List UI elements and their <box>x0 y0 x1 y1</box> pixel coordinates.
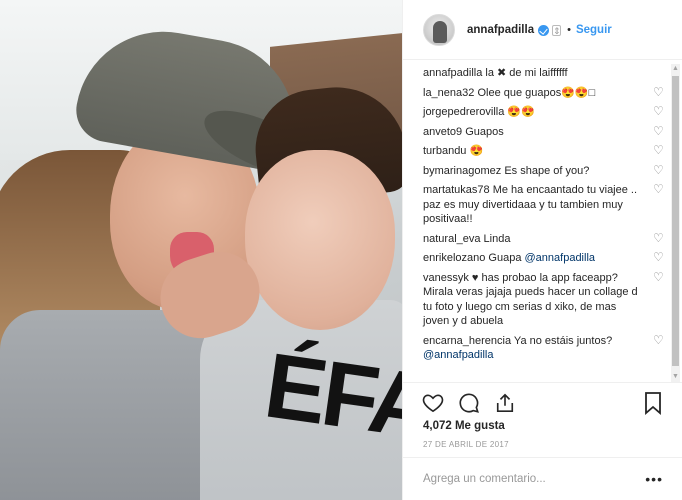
comment-item: turbandu 😍 ♡ <box>423 144 669 159</box>
comment-like-heart-icon[interactable]: ♡ <box>653 144 665 156</box>
comment-username[interactable]: enrikelozano <box>423 252 485 264</box>
comment-username[interactable]: bymarinagomez <box>423 165 501 177</box>
comment-like-heart-icon[interactable]: ♡ <box>653 164 665 176</box>
comment-item: encarna_herencia Ya no estáis juntos? @a… <box>423 334 669 363</box>
comment-text: Guapos <box>462 125 504 138</box>
save-button[interactable] <box>643 391 667 415</box>
scroll-down-arrow-icon[interactable]: ▼ <box>671 372 680 382</box>
separator-dot: • <box>567 23 571 36</box>
comment-text: 😍 <box>466 145 484 157</box>
add-comment-bar[interactable]: Agrega un comentario... ••• <box>403 457 682 500</box>
comment-username[interactable]: jorgepedrerovilla <box>423 106 504 118</box>
header-username[interactable]: annafpadilla <box>467 24 534 36</box>
comment-mention[interactable]: @annafpadilla <box>525 252 596 264</box>
comment-text: Ya no estáis juntos? <box>511 334 613 347</box>
comment-item: vanessyk ♥ has probao la app faceapp? Mi… <box>423 271 669 329</box>
comment-like-heart-icon[interactable]: ♡ <box>653 86 665 98</box>
comments-scrollbar[interactable]: ▲ ▼ <box>671 64 680 382</box>
follow-button[interactable]: Seguir <box>576 24 612 36</box>
post-header: annafpadilla ⇕ • Seguir <box>403 0 682 60</box>
comment-username[interactable]: vanessyk <box>423 272 469 284</box>
more-options-icon[interactable]: ••• <box>645 471 663 487</box>
comment-text: Olee que guapos😍😍□ <box>474 86 596 99</box>
scroll-thumb[interactable] <box>672 76 679 366</box>
comment-text: Guapa <box>485 252 525 264</box>
comment-item: la_nena32 Olee que guapos😍😍□ ♡ <box>423 86 669 101</box>
comment-text: 😍😍 <box>504 106 535 118</box>
post-photo[interactable]: ÉFAV <box>0 0 402 500</box>
comment-icon <box>459 392 479 413</box>
comment-username[interactable]: encarna_herencia <box>423 335 511 347</box>
comment-like-heart-icon[interactable]: ♡ <box>653 251 665 263</box>
photo-face-right <box>245 150 395 330</box>
comments-list[interactable]: annafpadilla la ✖ de mi laiffffff la_nena… <box>403 66 669 381</box>
comment-item: martatukas78 Me ha encaantado tu viajee … <box>423 183 669 227</box>
comment-item: natural_eva Linda ♡ <box>423 232 669 247</box>
comment-like-heart-icon[interactable]: ♡ <box>653 105 665 117</box>
comment-text: la ✖ de mi laiffffff <box>482 67 568 79</box>
dropdown-icon[interactable]: ⇕ <box>552 25 562 36</box>
comment-like-heart-icon[interactable]: ♡ <box>653 125 665 137</box>
comment-username[interactable]: martatukas78 <box>423 184 490 196</box>
comment-like-heart-icon[interactable]: ♡ <box>653 232 665 244</box>
comment-like-heart-icon[interactable]: ♡ <box>653 271 665 283</box>
share-button[interactable] <box>493 391 517 415</box>
avatar[interactable] <box>423 13 455 46</box>
heart-icon <box>422 393 444 412</box>
comment-text: Es shape of you? <box>501 164 590 177</box>
instagram-post-modal: ÉFAV annafpadilla ⇕ • Seguir annafpadill… <box>0 0 682 500</box>
comment-like-heart-icon[interactable]: ♡ <box>653 334 665 346</box>
add-comment-input[interactable]: Agrega un comentario... <box>423 473 546 485</box>
comment-username[interactable]: la_nena32 <box>423 87 474 99</box>
comment-item: enrikelozano Guapa @annafpadilla ♡ <box>423 251 669 266</box>
photo-shirt-print: ÉFAV <box>258 334 402 466</box>
comment-item: anveto9 Guapos ♡ <box>423 125 669 140</box>
share-icon <box>496 393 514 412</box>
comment-username[interactable]: turbandu <box>423 145 466 157</box>
comment-username[interactable]: annafpadilla <box>423 67 482 79</box>
comment-mention[interactable]: @annafpadilla <box>423 349 494 361</box>
post-side-panel: annafpadilla ⇕ • Seguir annafpadilla la … <box>402 0 682 500</box>
comment-item: bymarinagomez Es shape of you? ♡ <box>423 164 669 179</box>
bookmark-icon <box>645 392 661 415</box>
like-button[interactable] <box>421 391 445 415</box>
verified-badge-icon <box>538 25 550 36</box>
comment-username[interactable]: natural_eva <box>423 233 481 245</box>
post-actions-bar <box>403 382 682 422</box>
comment-username[interactable]: anveto9 <box>423 126 462 138</box>
comment-item: jorgepedrerovilla 😍😍 ♡ <box>423 105 669 120</box>
comment-text: Linda <box>480 232 511 245</box>
comment-like-heart-icon[interactable]: ♡ <box>653 183 665 195</box>
post-date[interactable]: 27 DE ABRIL DE 2017 <box>423 440 509 449</box>
scroll-up-arrow-icon[interactable]: ▲ <box>671 64 680 74</box>
photo-shirt-left <box>0 310 230 500</box>
comment-item: annafpadilla la ✖ de mi laiffffff <box>423 66 669 81</box>
likes-count[interactable]: 4,072 Me gusta <box>423 420 505 432</box>
comment-button[interactable] <box>457 391 481 415</box>
